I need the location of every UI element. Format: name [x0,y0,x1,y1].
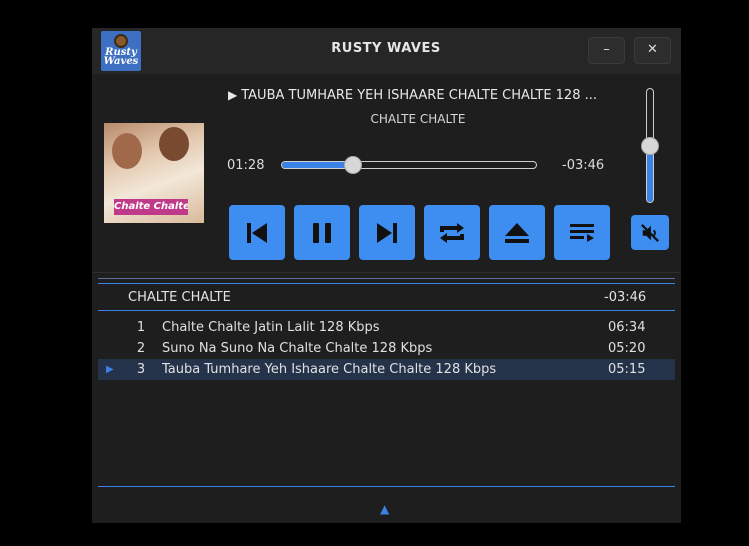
skip-next-icon [377,222,397,243]
playlist-icon [570,223,594,242]
volume-muted-icon [641,223,659,242]
track-duration: 06:34 [608,320,646,335]
minimize-button[interactable]: – [588,37,625,64]
next-button[interactable] [359,205,415,260]
previous-button[interactable] [229,205,285,260]
track-number: 2 [136,341,146,356]
track-number: 1 [136,320,146,335]
eject-icon [505,222,529,243]
track-title: Suno Na Suno Na Chalte Chalte 128 Kbps [162,341,433,356]
play-indicator-icon: ▶ [106,364,114,375]
playlist-album-name: CHALTE CHALTE [128,290,231,305]
track-duration: 05:15 [608,362,646,377]
close-button[interactable]: ✕ [634,37,671,64]
app-window: Rusty Waves RUSTY WAVES – ✕ Chalte Chalt… [92,28,681,523]
close-icon: ✕ [647,42,658,57]
track-number: 3 [136,362,146,377]
seek-slider[interactable] [281,156,537,174]
divider [92,272,681,273]
logo-text: Rusty Waves [103,47,139,67]
repeat-icon [440,222,464,243]
minimize-icon: – [603,42,610,57]
expand-playlist-icon[interactable]: ▲ [380,502,389,516]
skip-previous-icon [247,222,267,243]
divider [98,278,675,279]
seek-handle[interactable] [344,156,363,174]
seek-progress [282,162,354,168]
cover-figure-1 [112,133,142,169]
album-cover: Chalte Chalte [104,123,204,223]
cover-label: Chalte Chalte [114,199,188,215]
volume-handle[interactable] [641,136,659,155]
pause-icon [313,222,331,243]
play-indicator-icon: ▶ [228,88,238,102]
divider [98,310,675,311]
playlist-remaining-time: -03:46 [604,290,647,305]
pause-button[interactable] [294,205,350,260]
divider [98,283,675,284]
time-elapsed: 01:28 [227,158,265,173]
now-playing-album: CHALTE CHALTE [370,112,466,126]
volume-slider[interactable] [641,88,659,203]
playlist-track-row-active[interactable]: ▶ 3 Tauba Tumhare Yeh Ishaare Chalte Cha… [98,359,675,380]
now-playing-title: ▶ TAUBA TUMHARE YEH ISHAARE CHALTE CHALTE… [228,88,608,103]
track-title: Chalte Chalte Jatin Lalit 128 Kbps [162,320,380,335]
repeat-button[interactable] [424,205,480,260]
eject-button[interactable] [489,205,545,260]
now-playing-title-text: TAUBA TUMHARE YEH ISHAARE CHALTE CHALTE … [241,88,598,103]
track-duration: 05:20 [608,341,646,356]
titlebar[interactable]: Rusty Waves RUSTY WAVES – ✕ [92,28,681,74]
playlist-track-row[interactable]: 1 Chalte Chalte Jatin Lalit 128 Kbps 06:… [98,317,675,338]
mute-button[interactable] [631,215,669,250]
playlist-track-row[interactable]: 2 Suno Na Suno Na Chalte Chalte 128 Kbps… [98,338,675,359]
divider [98,486,675,487]
cover-figure-2 [159,127,189,161]
app-logo: Rusty Waves [101,31,141,71]
window-title: RUSTY WAVES [331,41,441,56]
logo-disc-icon [114,34,128,48]
time-remaining: -03:46 [562,158,605,173]
playlist-button[interactable] [554,205,610,260]
track-title: Tauba Tumhare Yeh Ishaare Chalte Chalte … [162,362,497,377]
